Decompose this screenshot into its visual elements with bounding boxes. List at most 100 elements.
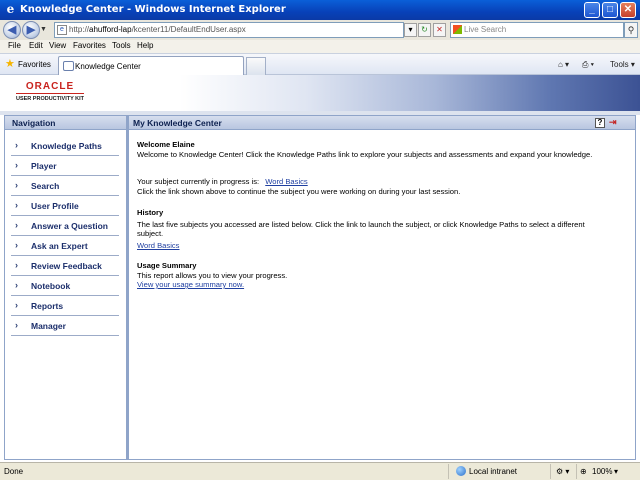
maximize-button[interactable]: □ xyxy=(602,2,618,18)
tab-knowledge-center[interactable]: Knowledge Center xyxy=(58,56,244,75)
stop-icon[interactable]: ✕ xyxy=(433,23,446,37)
search-placeholder: Live Search xyxy=(464,25,507,34)
progress-text: Click the link shown above to continue t… xyxy=(137,187,461,196)
intranet-globe-icon xyxy=(456,466,466,476)
history-subject-link[interactable]: Word Basics xyxy=(137,241,179,250)
menu-file[interactable]: File xyxy=(8,41,21,50)
window-title-bar: e Knowledge Center - Windows Internet Ex… xyxy=(0,0,640,20)
chevron-right-icon: › xyxy=(15,140,18,150)
chevron-right-icon: › xyxy=(15,280,18,290)
url-prefix: http:// xyxy=(69,25,90,34)
chevron-right-icon: › xyxy=(15,160,18,170)
nav-item-ask-an-expert[interactable]: › Ask an Expert xyxy=(11,236,119,256)
content-frame: Navigation › Knowledge Paths › Player › … xyxy=(4,115,636,460)
nav-item-reports[interactable]: › Reports xyxy=(11,296,119,316)
nav-item-label: Notebook xyxy=(31,281,71,291)
address-toolbar: ◀ ▶ ▼ e http://ahufford-lap/kcenter11/Def… xyxy=(0,20,640,40)
address-dropdown-icon[interactable]: ▾ xyxy=(404,23,417,37)
refresh-icon[interactable]: ↻ xyxy=(418,23,431,37)
chevron-right-icon: › xyxy=(15,320,18,330)
live-search-logo-icon xyxy=(453,25,462,34)
welcome-heading: Welcome Elaine xyxy=(137,140,195,149)
usage-heading: Usage Summary xyxy=(137,261,197,270)
address-bar[interactable]: e http://ahufford-lap/kcenter11/DefaultEn… xyxy=(54,22,404,38)
tab-page-icon xyxy=(63,61,74,71)
favorites-button[interactable]: Favorites xyxy=(18,60,51,69)
menu-tools[interactable]: Tools xyxy=(112,41,131,50)
logo-product: USER PRODUCTIVITY KIT xyxy=(16,93,85,103)
nav-item-knowledge-paths[interactable]: › Knowledge Paths xyxy=(11,136,119,156)
nav-item-review-feedback[interactable]: › Review Feedback xyxy=(11,256,119,276)
nav-item-label: Knowledge Paths xyxy=(31,141,102,151)
main-title: My Knowledge Center xyxy=(129,116,635,130)
chevron-right-icon: › xyxy=(15,180,18,190)
url-host: ahufford-lap xyxy=(89,25,132,34)
nav-item-search[interactable]: › Search xyxy=(11,176,119,196)
oracle-upk-logo: ORACLE USER PRODUCTIVITY KIT xyxy=(16,81,85,103)
minimize-button[interactable]: _ xyxy=(584,2,600,18)
menu-view[interactable]: View xyxy=(49,41,66,50)
welcome-text: Welcome to Knowledge Center! Click the K… xyxy=(137,150,593,159)
chevron-right-icon: › xyxy=(15,300,18,310)
chevron-right-icon: › xyxy=(15,240,18,250)
zoom-level[interactable]: 100% xyxy=(592,467,612,476)
page-content: ORACLE USER PRODUCTIVITY KIT Navigation … xyxy=(0,75,640,462)
nav-item-notebook[interactable]: › Notebook xyxy=(11,276,119,296)
progress-subject-link[interactable]: Word Basics xyxy=(265,177,307,186)
tools-label: Tools xyxy=(610,60,629,69)
status-bar: Done Local intranet ⚙ ▾ ⊕ 100% ▾ xyxy=(0,462,640,480)
protected-mode-icon[interactable]: ⚙ ▾ xyxy=(556,467,569,476)
nav-item-label: Player xyxy=(31,161,57,171)
navigation-title: Navigation xyxy=(5,116,126,130)
print-icon[interactable]: ⎙ ▾ xyxy=(582,60,594,70)
tools-menu-button[interactable]: Tools ▾ xyxy=(610,60,635,69)
history-dropdown-icon[interactable]: ▼ xyxy=(40,26,47,33)
nav-item-label: Review Feedback xyxy=(31,261,102,271)
status-text: Done xyxy=(4,467,24,476)
url-path: /kcenter11/DefaultEndUser.aspx xyxy=(131,25,246,34)
nav-item-player[interactable]: › Player xyxy=(11,156,119,176)
status-separator xyxy=(448,464,449,479)
page-icon: e xyxy=(57,25,67,35)
back-button[interactable]: ◀ xyxy=(3,21,21,39)
main-title-text: My Knowledge Center xyxy=(133,118,222,128)
nav-item-answer-a-question[interactable]: › Answer a Question xyxy=(11,216,119,236)
menu-favorites[interactable]: Favorites xyxy=(73,41,106,50)
security-zone: Local intranet xyxy=(469,467,518,476)
nav-item-user-profile[interactable]: › User Profile xyxy=(11,196,119,216)
menu-help[interactable]: Help xyxy=(137,41,153,50)
menu-bar: File Edit View Favorites Tools Help xyxy=(0,40,640,53)
nav-item-label: Manager xyxy=(31,321,66,331)
search-icon[interactable]: ⚲ xyxy=(624,22,638,38)
status-separator xyxy=(576,464,577,479)
logo-brand: ORACLE xyxy=(25,81,75,92)
progress-line: Your subject currently in progress is: W… xyxy=(137,177,308,186)
favorites-star-icon[interactable]: ★ xyxy=(5,59,15,70)
close-button[interactable]: ✕ xyxy=(620,2,636,18)
exit-icon[interactable]: ⇥ xyxy=(609,118,621,128)
zoom-icon[interactable]: ⊕ xyxy=(580,467,587,476)
nav-item-manager[interactable]: › Manager xyxy=(11,316,119,336)
chevron-right-icon: › xyxy=(15,260,18,270)
nav-item-label: Ask an Expert xyxy=(31,241,88,251)
chevron-right-icon: › xyxy=(15,200,18,210)
forward-button[interactable]: ▶ xyxy=(22,21,40,39)
nav-item-label: User Profile xyxy=(31,201,79,211)
history-text: The last five subjects you accessed are … xyxy=(137,220,585,229)
nav-item-label: Answer a Question xyxy=(31,221,108,231)
nav-item-label: Search xyxy=(31,181,60,191)
window-title: Knowledge Center - Windows Internet Expl… xyxy=(20,4,286,15)
menu-edit[interactable]: Edit xyxy=(29,41,43,50)
new-tab-button[interactable] xyxy=(246,57,266,75)
progress-label: Your subject currently in progress is: xyxy=(137,177,260,186)
home-icon[interactable]: ⌂ ▾ xyxy=(558,60,569,69)
main-pane: My Knowledge Center ? ⇥ Welcome Elaine W… xyxy=(129,116,635,459)
usage-summary-link[interactable]: View your usage summary now. xyxy=(137,280,244,289)
tab-title: Knowledge Center xyxy=(75,62,141,71)
usage-text: This report allows you to view your prog… xyxy=(137,271,288,280)
zoom-dropdown-icon[interactable]: ▾ xyxy=(614,467,618,476)
page-header: ORACLE USER PRODUCTIVITY KIT xyxy=(0,75,640,111)
history-heading: History xyxy=(137,208,164,217)
search-input[interactable]: Live Search xyxy=(450,22,624,38)
help-icon[interactable]: ? xyxy=(595,118,605,128)
